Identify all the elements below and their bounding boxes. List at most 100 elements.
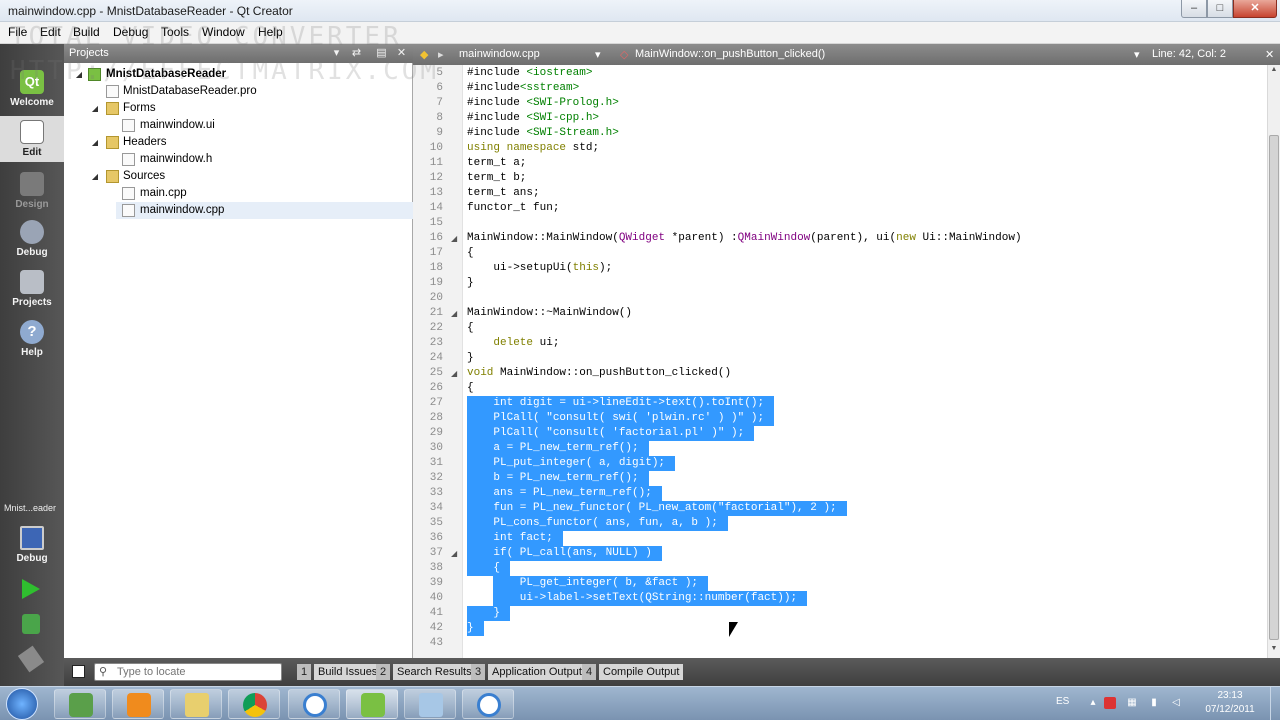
- taskbar-app-window[interactable]: [404, 689, 456, 719]
- forward-icon[interactable]: ▸: [438, 48, 444, 61]
- code-editor[interactable]: 5 6 7 8 9 10 11 12 13 14 15 16 ◢ 17 18 19 20 21 ◢ 22 23 24 25 ◢…: [413, 65, 1267, 658]
- code-line[interactable]: MainWindow::MainWindow(QWidget *parent) …: [467, 231, 1022, 246]
- run-icon[interactable]: [22, 579, 40, 599]
- close-panel-icon[interactable]: ✕: [395, 47, 408, 60]
- file-selector[interactable]: mainwindow.cpp: [459, 48, 540, 60]
- code-line[interactable]: int digit = ui->lineEdit->text().toInt()…: [467, 396, 764, 411]
- fold-marker-icon[interactable]: ◢: [451, 306, 457, 321]
- code-line[interactable]: {: [467, 246, 474, 261]
- chevron-down-icon[interactable]: ▾: [595, 48, 601, 61]
- tab-search-results[interactable]: 2 Search Results: [376, 664, 476, 680]
- menu-edit[interactable]: Edit: [40, 25, 61, 39]
- code-line[interactable]: int fact;: [467, 531, 552, 546]
- fold-marker-icon[interactable]: ◢: [451, 546, 457, 561]
- code-line[interactable]: delete ui;: [467, 336, 559, 351]
- target-selector[interactable]: Debug: [0, 522, 64, 568]
- code-line[interactable]: MainWindow::~MainWindow(): [467, 306, 632, 321]
- tab-application-output[interactable]: 3 Application Output: [471, 664, 586, 680]
- code-line[interactable]: }: [467, 351, 474, 366]
- vertical-scrollbar[interactable]: ▲ ▼: [1267, 65, 1280, 658]
- code-line[interactable]: term_t a;: [467, 156, 526, 171]
- code-line[interactable]: PL_get_integer( b, &fact );: [467, 576, 698, 591]
- code-line[interactable]: ans = PL_new_term_ref();: [467, 486, 651, 501]
- fold-marker-icon[interactable]: ◢: [451, 366, 457, 381]
- tray-network-icon[interactable]: ▦: [1126, 697, 1138, 709]
- tab-compile-output[interactable]: 4 Compile Output: [582, 664, 684, 680]
- mode-projects[interactable]: Projects: [0, 266, 64, 312]
- code-line[interactable]: {: [467, 321, 474, 336]
- tree-item-sources[interactable]: ◢ Sources: [64, 168, 413, 185]
- mode-design[interactable]: Design: [0, 168, 64, 214]
- code-line[interactable]: b = PL_new_term_ref();: [467, 471, 638, 486]
- scroll-up-icon[interactable]: ▲: [1268, 66, 1280, 78]
- close-button[interactable]: ✕: [1233, 0, 1277, 18]
- taskbar-app-qtcreator[interactable]: [346, 689, 398, 719]
- tray-signal-icon[interactable]: ▮: [1148, 697, 1160, 709]
- code-line[interactable]: }: [467, 621, 474, 636]
- code-line[interactable]: PlCall( "consult( swi( 'plwin.rc' ) )" )…: [467, 411, 764, 426]
- toggle-sidebar-icon[interactable]: [72, 665, 85, 678]
- taskbar-app-explorer[interactable]: [54, 689, 106, 719]
- maximize-button[interactable]: □: [1207, 0, 1233, 18]
- code-line[interactable]: term_t ans;: [467, 186, 540, 201]
- code-line[interactable]: ui->label->setText(QString::number(fact)…: [467, 591, 797, 606]
- fold-marker-icon[interactable]: ◢: [451, 231, 457, 246]
- tree-item-mainwindow-h[interactable]: mainwindow.h: [64, 151, 413, 168]
- minimize-button[interactable]: ‒: [1181, 0, 1207, 18]
- tree-item-headers[interactable]: ◢ Headers: [64, 134, 413, 151]
- menu-debug[interactable]: Debug: [113, 25, 148, 39]
- code-line[interactable]: PL_put_integer( a, digit);: [467, 456, 665, 471]
- code-line[interactable]: a = PL_new_term_ref();: [467, 441, 638, 456]
- mode-edit[interactable]: Edit: [0, 116, 64, 162]
- tree-item-project[interactable]: ◢ MnistDatabaseReader: [64, 66, 413, 83]
- build-hammer-icon[interactable]: [17, 645, 45, 673]
- language-indicator[interactable]: ES: [1056, 696, 1069, 707]
- code-line[interactable]: {: [467, 381, 474, 396]
- menu-help[interactable]: Help: [258, 25, 283, 39]
- tray-security-icon[interactable]: [1104, 697, 1116, 709]
- split-icon[interactable]: ▤: [375, 47, 388, 60]
- filter-icon[interactable]: ▾: [330, 47, 343, 60]
- menu-file[interactable]: File: [8, 25, 27, 39]
- taskbar-app-folder[interactable]: [170, 689, 222, 719]
- back-icon[interactable]: ◆: [420, 48, 428, 61]
- code-line[interactable]: ui->setupUi(this);: [467, 261, 612, 276]
- taskbar-app-chrome[interactable]: [228, 689, 280, 719]
- code-line[interactable]: #include <SWI-Prolog.h>: [467, 96, 619, 111]
- code-line[interactable]: PlCall( "consult( 'factorial.pl' )" );: [467, 426, 744, 441]
- code-line[interactable]: #include <SWI-cpp.h>: [467, 111, 599, 126]
- locator[interactable]: ⚲: [94, 663, 282, 681]
- start-button[interactable]: [6, 688, 38, 720]
- taskbar-app-swi-2[interactable]: [462, 689, 514, 719]
- taskbar-app-media[interactable]: [112, 689, 164, 719]
- mode-help[interactable]: ? Help: [0, 316, 64, 362]
- tree-item-forms[interactable]: ◢ Forms: [64, 100, 413, 117]
- code-line[interactable]: #include <iostream>: [467, 66, 592, 81]
- code-line[interactable]: }: [467, 276, 474, 291]
- code-line[interactable]: using namespace std;: [467, 141, 599, 156]
- tray-arrow-icon[interactable]: ▴: [1087, 697, 1099, 709]
- taskbar-app-swi[interactable]: [288, 689, 340, 719]
- tree-item-mainwindow-ui[interactable]: mainwindow.ui: [64, 117, 413, 134]
- code-line[interactable]: fun = PL_new_functor( PL_new_atom("facto…: [467, 501, 836, 516]
- scroll-thumb[interactable]: [1269, 135, 1279, 640]
- menu-tools[interactable]: Tools: [161, 25, 189, 39]
- code-line[interactable]: }: [467, 606, 500, 621]
- close-editor-icon[interactable]: ✕: [1265, 48, 1274, 61]
- menu-window[interactable]: Window: [202, 25, 245, 39]
- tree-item-mainwindow-cpp[interactable]: mainwindow.cpp: [116, 202, 413, 219]
- code-line[interactable]: term_t b;: [467, 171, 526, 186]
- code-line[interactable]: PL_cons_functor( ans, fun, a, b );: [467, 516, 717, 531]
- code-line[interactable]: void MainWindow::on_pushButton_clicked(): [467, 366, 731, 381]
- locate-input[interactable]: [117, 665, 277, 679]
- code-line[interactable]: if( PL_call(ans, NULL) ): [467, 546, 651, 561]
- tree-item-pro-file[interactable]: MnistDatabaseReader.pro: [64, 83, 413, 100]
- function-selector[interactable]: MainWindow::on_pushButton_clicked(): [635, 48, 825, 60]
- tab-build-issues[interactable]: 1 Build Issues: [297, 664, 382, 680]
- menu-build[interactable]: Build: [73, 25, 100, 39]
- code-line[interactable]: functor_t fun;: [467, 201, 559, 216]
- code-line[interactable]: {: [467, 561, 500, 576]
- show-desktop-button[interactable]: [1270, 687, 1280, 720]
- link-icon[interactable]: ⇄: [350, 47, 363, 60]
- system-clock[interactable]: 23:13 07/12/2011: [1194, 689, 1266, 717]
